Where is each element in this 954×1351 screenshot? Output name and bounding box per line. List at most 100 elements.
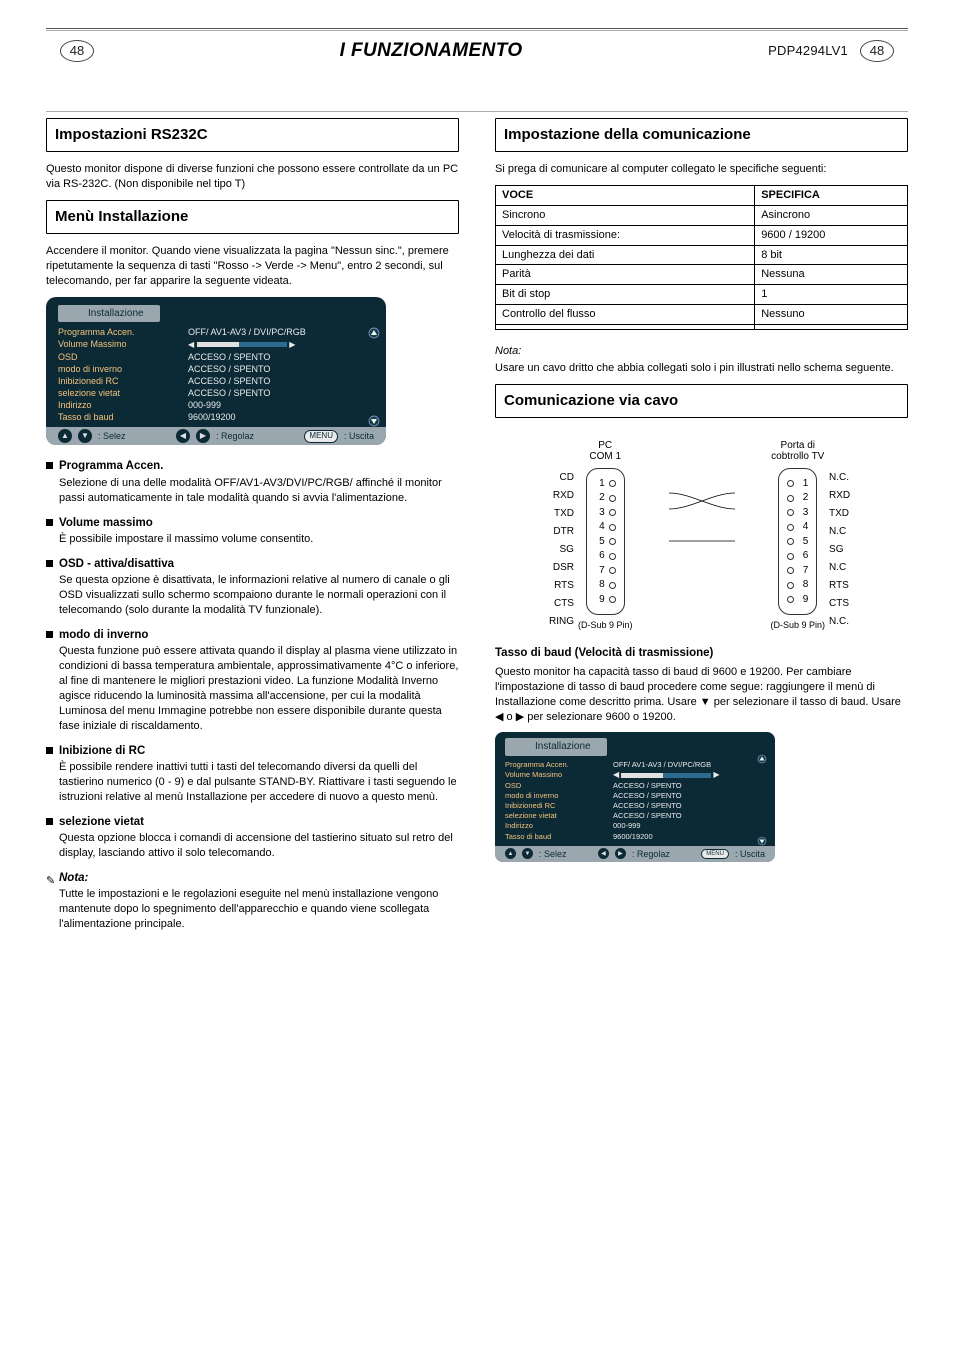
pin-number: 1 [798, 477, 808, 491]
section-comm-spec: Impostazione della comunicazione [495, 118, 908, 152]
pin-diagram: CDRXDTXDDTRSGDSRRTSCTSRING PCCOM 1 12345… [495, 440, 908, 632]
osd-row-value: ◀ ▶ [188, 338, 374, 350]
osd-row-value: OFF/ AV1-AV3 / DVI/PC/RGB [613, 760, 765, 770]
osd-row-key: Programma Accen. [58, 326, 166, 338]
pin-number: 2 [798, 491, 808, 505]
pin-label: SG [825, 541, 855, 558]
pin-row: 4 [787, 520, 808, 534]
osd-footer-small: ▲▼: Selez ◀▶: Regolaz MENU: Uscita [495, 846, 775, 862]
spec-cell-specifica: 8 bit [755, 245, 908, 265]
osd-row-key: Tasso di baud [505, 832, 591, 842]
right-column: Impostazione della comunicazione Si preg… [495, 118, 908, 942]
pin-row: 4 [595, 520, 616, 534]
spec-table: VOCE SPECIFICA SincronoAsincronoVelocità… [495, 185, 908, 330]
pin-dot-icon [609, 509, 616, 516]
section-rs232c: Impostazioni RS232C [46, 118, 459, 152]
pin-dot-icon [787, 582, 794, 589]
install-item: Programma Accen.Selezione di una delle m… [46, 459, 459, 505]
osd-row-key: modo di inverno [58, 363, 166, 375]
pin-dot-icon [609, 553, 616, 560]
wiring-lines [669, 440, 735, 632]
pin-dot-icon [787, 495, 794, 502]
pin-label: DSR [548, 559, 578, 576]
bullet-icon [46, 462, 53, 469]
bullet-icon [46, 560, 53, 567]
pin-right-dsub: (D-Sub 9 Pin) [771, 619, 826, 631]
osd-row-value: OFF/ AV1-AV3 / DVI/PC/RGB [188, 326, 374, 338]
header-model: PDP4294LV1 [768, 42, 848, 60]
osd-row-key: Volume Massimo [58, 338, 166, 350]
pin-dot-icon [787, 553, 794, 560]
pin-row: 6 [595, 549, 616, 563]
header: 48 I FUNZIONAMENTO PDP4294LV1 48 [46, 28, 908, 112]
pin-dot-icon [609, 596, 616, 603]
table-row: Bit di stop1 [496, 285, 908, 305]
spec-cell-specifica: 9600 / 19200 [755, 225, 908, 245]
osd-row: OSDACCESO / SPENTO [505, 781, 765, 791]
comm-spec-intro: Si prega di comunicare al computer colle… [495, 162, 908, 177]
osd-row-value: ACCESO / SPENTO [188, 387, 374, 399]
page-number-right: 48 [860, 40, 894, 62]
osd-sel-small: : Selez [539, 848, 567, 860]
spec-cell-specifica: Nessuna [755, 265, 908, 285]
osd-row: selezione vietatACCESO / SPENTO [505, 811, 765, 821]
install-item: Inibizione di RCÈ possibile rendere inat… [46, 744, 459, 805]
bullet-icon [46, 519, 53, 526]
osd-row-value: ◀ ▶ [613, 770, 765, 781]
pin-number: 4 [595, 520, 605, 534]
install-item-body: Se questa opzione è disattivata, le info… [59, 573, 459, 618]
install-item-body: Selezione di una delle modalità OFF/AV1-… [59, 476, 459, 506]
spec-cell-voce: Sincrono [496, 205, 755, 225]
spec-cell-voce: Parità [496, 265, 755, 285]
pin-left-dsub: (D-Sub 9 Pin) [578, 619, 633, 631]
pin-number: 3 [595, 506, 605, 520]
pin-connector-left: 123456789 [586, 468, 625, 616]
pin-row: 5 [787, 535, 808, 549]
pin-dot-icon [609, 524, 616, 531]
section-install-menu: Menù Installazione [46, 200, 459, 234]
osd-row-value: ACCESO / SPENTO [188, 351, 374, 363]
pin-row: 2 [595, 491, 616, 505]
pin-label: SG [548, 541, 578, 558]
osd-row: Volume Massimo◀ ▶ [505, 770, 765, 781]
spec-cell-voce: Controllo del flusso [496, 305, 755, 325]
osd-row-value: ACCESO / SPENTO [613, 801, 765, 811]
pin-row: 5 [595, 535, 616, 549]
pin-row: 1 [595, 477, 616, 491]
osd-tab-small: Installazione [505, 738, 607, 756]
pin-row: 8 [787, 578, 808, 592]
scroll-up-icon [368, 327, 380, 339]
pin-number: 9 [798, 593, 808, 607]
install-item: selezione vietatQuesta opzione blocca i … [46, 815, 459, 861]
pin-number: 7 [595, 564, 605, 578]
pin-label: DTR [548, 523, 578, 540]
table-row: SincronoAsincrono [496, 205, 908, 225]
install-item-body: È possibile impostare il massimo volume … [59, 532, 459, 547]
pin-number: 5 [798, 535, 808, 549]
pin-dot-icon [787, 538, 794, 545]
install-item-heading: modo di inverno [59, 628, 459, 644]
left-column: Impostazioni RS232C Questo monitor dispo… [46, 118, 459, 942]
osd-row-key: Inibizionedi RC [58, 375, 166, 387]
osd-row-key: selezione vietat [505, 811, 591, 821]
osd-row: modo di invernoACCESO / SPENTO [58, 363, 374, 375]
install-menu-items: Programma Accen.Selezione di una delle m… [46, 459, 459, 860]
scroll-up-icon [757, 754, 769, 766]
osd-row-key: OSD [505, 781, 591, 791]
spec-cell-specifica: Asincrono [755, 205, 908, 225]
pin-number: 4 [798, 520, 808, 534]
pin-row: 7 [595, 564, 616, 578]
pin-number: 5 [595, 535, 605, 549]
pin-dot-icon [609, 582, 616, 589]
osd-row: Inibizionedi RCACCESO / SPENTO [58, 375, 374, 387]
pin-left-t2: COM 1 [589, 451, 621, 462]
spec-header-voce: VOCE [496, 186, 755, 206]
spec-header-specifica: SPECIFICA [755, 186, 908, 206]
spec-cell-specifica: Nessuno [755, 305, 908, 325]
osd-row-value: 9600/19200 [613, 832, 765, 842]
pin-row: 9 [595, 593, 616, 607]
spec-cell-voce [496, 325, 755, 330]
osd-row: Programma Accen. OFF/ AV1-AV3 / DVI/PC/RG… [58, 326, 374, 338]
baud-heading: Tasso di baud (Velocità di trasmissione) [495, 646, 908, 662]
pin-dot-icon [609, 538, 616, 545]
